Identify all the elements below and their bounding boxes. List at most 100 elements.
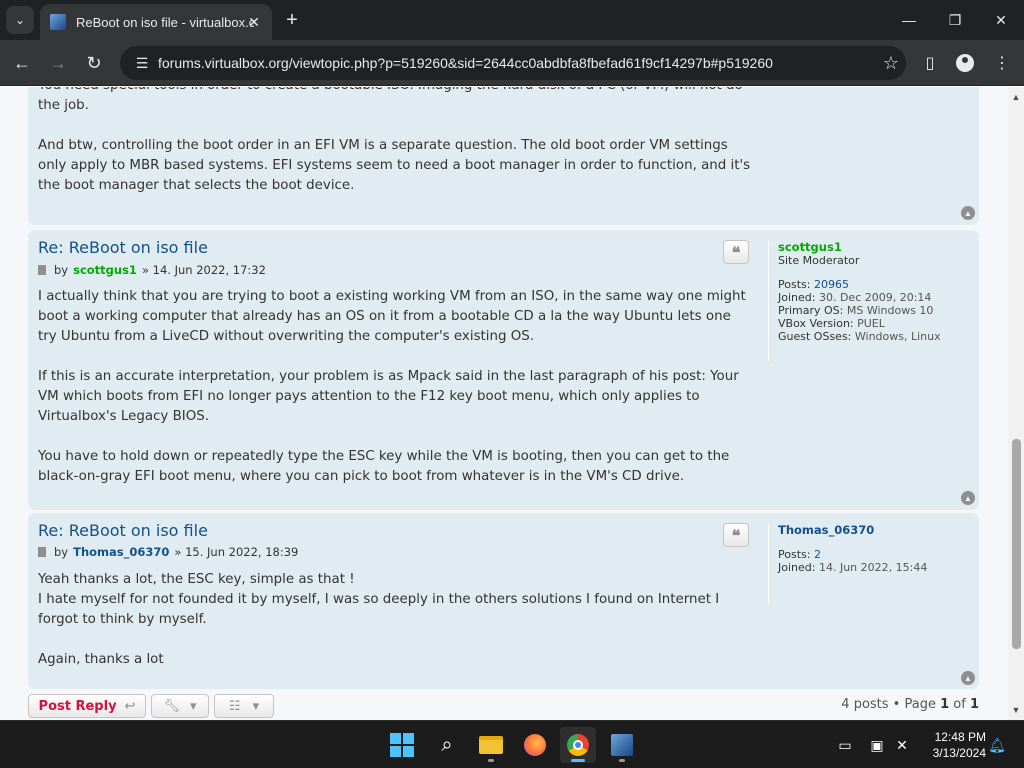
post-reply-button[interactable]: Post Reply ↩ (28, 694, 146, 718)
post-reply-label: Post Reply (38, 698, 117, 714)
firefox-icon[interactable] (517, 727, 553, 763)
wrench-icon: 🔧︎ (163, 698, 180, 714)
post-date: » 15. Jun 2022, 18:39 (174, 545, 299, 559)
page-total: 1 (969, 697, 979, 712)
profile-joined-row: Joined: 30. Dec 2009, 20:14 (778, 291, 968, 304)
profile-posts-row: Posts: 2 (778, 548, 968, 561)
back-to-top-icon[interactable]: ▲ (961, 491, 975, 505)
caret-down-icon: ▾ (252, 698, 260, 714)
post-author[interactable]: scottgus1 (73, 263, 137, 277)
back-to-top-icon[interactable]: ▲ (961, 671, 975, 685)
author-profile: Thomas_06370 Posts: 2 Joined: 14. Jun 20… (768, 524, 968, 604)
profile-icon[interactable] (951, 49, 979, 77)
caret-down-icon: ▾ (189, 698, 197, 714)
display-icon[interactable]: ▣ (866, 721, 888, 768)
windows-taskbar: ⌕ ▭ ▣ ✕ 12:48 PM 3/13/2024 🔔︎ (0, 720, 1024, 768)
quote-icon[interactable]: ❝ (723, 523, 749, 547)
profile-posts-row: Posts: 20965 (778, 278, 968, 291)
virtualbox-favicon-icon (50, 14, 66, 30)
post-paragraph: I actually think that you are trying to … (38, 289, 746, 344)
profile-os-value: MS Windows 10 (846, 304, 934, 317)
minimize-icon[interactable]: — (886, 0, 932, 40)
profile-posts-label: Posts: (778, 278, 811, 291)
browser-toolbar: ← → ↻ ☰ forums.virtualbox.org/viewtopic.… (0, 40, 1024, 86)
post-file-icon[interactable] (38, 265, 46, 275)
tab-title: ReBoot on iso file - virtualbox.o (76, 14, 254, 30)
virtualbox-icon[interactable] (604, 727, 640, 763)
profile-username[interactable]: scottgus1 (778, 241, 968, 254)
profile-os-label: Primary OS: (778, 304, 844, 317)
profile-vbox-value: PUEL (857, 317, 885, 330)
post-meta: by scottgus1 » 14. Jun 2022, 17:32 (38, 263, 266, 277)
page-current: 1 (940, 697, 950, 712)
profile-joined-value: 14. Jun 2022, 15:44 (818, 561, 928, 574)
file-explorer-icon[interactable] (473, 727, 509, 763)
post-line: I hate myself for not founded it by myse… (38, 592, 720, 627)
scroll-down-arrow-icon[interactable]: ▼ (1008, 702, 1024, 718)
back-arrow-icon[interactable]: ← (8, 49, 36, 77)
url-text[interactable]: forums.virtualbox.org/viewtopic.php?p=51… (158, 55, 876, 71)
kebab-menu-icon[interactable]: ⋮ (988, 49, 1016, 77)
speaker-muted-icon[interactable]: ✕ (892, 721, 912, 768)
tune-icon[interactable]: ☰ (130, 55, 154, 72)
close-icon[interactable]: ✕ (244, 12, 264, 32)
notification-bell-icon[interactable]: 🔔︎ (988, 721, 1006, 768)
post-date: » 14. Jun 2022, 17:32 (141, 263, 266, 277)
post-content: I actually think that you are trying to … (38, 287, 753, 487)
clock-date: 3/13/2024 (932, 746, 986, 760)
post-paragraph: You have to hold down or repeatedly type… (38, 449, 730, 484)
window-close-icon[interactable]: ✕ (978, 0, 1024, 40)
profile-posts-count[interactable]: 20965 (814, 278, 849, 291)
back-to-top-icon[interactable]: ▲ (961, 206, 975, 220)
scroll-up-arrow-icon[interactable]: ▲ (1008, 89, 1024, 105)
profile-joined-label: Joined: (778, 291, 816, 304)
post-file-icon[interactable] (38, 547, 46, 557)
post-title[interactable]: Re: ReBoot on iso file (38, 521, 208, 540)
start-icon[interactable] (384, 727, 420, 763)
page-viewport: You need special tools in order to creat… (0, 87, 1024, 720)
topic-tools-button[interactable]: 🔧︎ ▾ (151, 694, 209, 718)
post-title[interactable]: Re: ReBoot on iso file (38, 238, 208, 257)
post-partial: You need special tools in order to creat… (28, 87, 979, 225)
system-clock[interactable]: 12:48 PM 3/13/2024 (916, 729, 986, 761)
profile-os-row: Primary OS: MS Windows 10 (778, 304, 968, 317)
profile-rank: Site Moderator (778, 254, 860, 267)
profile-vbox-row: VBox Version: PUEL (778, 317, 968, 330)
sort-options-button[interactable]: ☷ ▾ (214, 694, 274, 718)
page-of: of (953, 697, 966, 712)
star-icon[interactable]: ☆ (876, 53, 906, 74)
forward-arrow-icon[interactable]: → (44, 49, 72, 77)
author-profile: scottgus1 Site Moderator Posts: 20965 Jo… (768, 241, 968, 361)
quote-icon[interactable]: ❝ (723, 240, 749, 264)
plus-icon[interactable]: + (280, 8, 304, 32)
post-scottgus1: Re: ReBoot on iso file by scottgus1 » 14… (28, 230, 979, 510)
reply-arrow-icon: ↩ (124, 698, 136, 714)
topic-action-bar: Post Reply ↩ 🔧︎ ▾ ☷ ▾ 4 posts • Page 1 of … (28, 694, 979, 720)
search-icon[interactable]: ⌕ (429, 727, 465, 763)
post-line: Yeah thanks a lot, the ESC key, simple a… (38, 572, 355, 587)
browser-tab-active[interactable]: ReBoot on iso file - virtualbox.o ✕ (40, 4, 272, 40)
post-thomas-06370: Re: ReBoot on iso file by Thomas_06370 »… (28, 513, 979, 689)
restore-icon[interactable]: ❐ (932, 0, 978, 40)
address-bar[interactable]: ☰ forums.virtualbox.org/viewtopic.php?p=… (120, 46, 906, 80)
pagination: 4 posts • Page 1 of 1 (841, 697, 979, 712)
chevron-down-icon[interactable]: ⌄ (6, 6, 34, 34)
scrollbar-thumb[interactable] (1012, 439, 1021, 649)
pagination-prefix: 4 posts • Page (841, 697, 936, 712)
reload-icon[interactable]: ↻ (80, 49, 108, 77)
network-icon[interactable]: ▭ (834, 721, 856, 768)
profile-posts-count[interactable]: 2 (814, 548, 821, 561)
profile-username[interactable]: Thomas_06370 (778, 524, 968, 537)
post-meta: by Thomas_06370 » 15. Jun 2022, 18:39 (38, 545, 298, 559)
profile-guest-row: Guest OSses: Windows, Linux (778, 330, 968, 343)
post-author[interactable]: Thomas_06370 (73, 545, 169, 559)
page-scrollbar[interactable]: ▲ ▼ (1008, 87, 1024, 720)
post-paragraph: And btw, controlling the boot order in a… (38, 138, 751, 193)
post-content: You need special tools in order to creat… (38, 87, 753, 196)
post-by-label: by (54, 263, 69, 277)
browser-tabstrip: ⌄ ReBoot on iso file - virtualbox.o ✕ + … (0, 0, 1024, 40)
clock-time: 12:48 PM (934, 730, 986, 744)
profile-vbox-label: VBox Version: (778, 317, 854, 330)
side-panel-icon[interactable]: ▯ (916, 49, 944, 77)
chrome-icon[interactable] (560, 727, 596, 763)
